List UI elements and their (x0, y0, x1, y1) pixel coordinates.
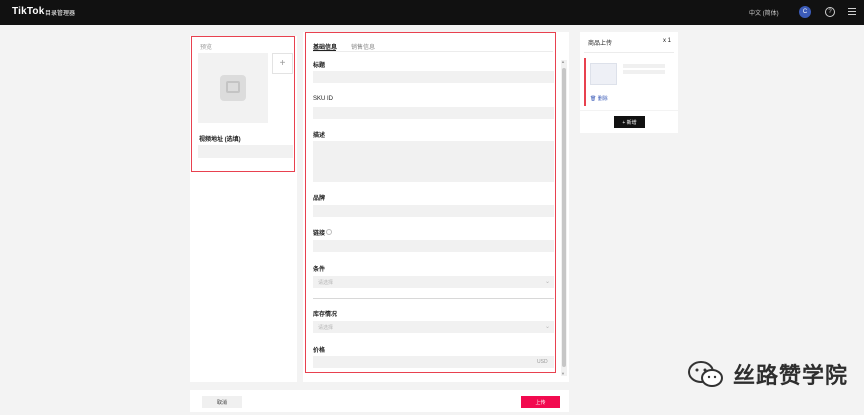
title-label: 标题 (313, 63, 326, 69)
delete-label: 删除 (597, 96, 608, 102)
tiktok-logo[interactable]: TikTok (12, 6, 45, 17)
upload-count: x 1 (663, 38, 672, 44)
tab-sales-info[interactable]: 销售信息 (351, 42, 375, 51)
tabs-divider (313, 51, 553, 52)
condition-placeholder: 请选择 (318, 280, 334, 286)
delete-button[interactable]: 🗑 删除 (590, 95, 608, 102)
language-selector[interactable]: 中文 (简体) (749, 8, 779, 17)
add-product-button[interactable]: + 新增 (614, 116, 645, 128)
link-input[interactable] (313, 240, 554, 252)
sku-label: SKU ID (313, 96, 334, 102)
info-icon[interactable] (326, 229, 332, 235)
scroll-up-icon[interactable]: ▲ (561, 59, 565, 64)
video-url-input[interactable] (198, 145, 293, 158)
preview-title: 预览 (200, 45, 213, 51)
upload-divider (584, 52, 674, 53)
chevron-down-icon: ⌄ (544, 279, 550, 285)
brand-label: 品牌 (313, 196, 326, 202)
stock-label: 库存情况 (313, 312, 338, 318)
top-bar: TikTok 目录管理器 中文 (简体) C ? (0, 0, 864, 25)
link-label: 链接 (313, 231, 326, 237)
menu-icon[interactable] (848, 8, 856, 15)
section-divider (313, 298, 554, 299)
brand-input[interactable] (313, 205, 554, 217)
watermark-text: 丝路赞学院 (733, 364, 849, 389)
wechat-logo-icon (688, 361, 723, 387)
app-name: 目录管理器 (45, 11, 76, 17)
description-textarea[interactable] (313, 141, 554, 182)
image-icon (220, 75, 246, 101)
condition-select[interactable]: 请选择 ⌄ (313, 276, 554, 288)
description-label: 描述 (313, 133, 326, 139)
scroll-down-icon[interactable]: ▼ (561, 371, 565, 376)
price-label: 价格 (313, 348, 326, 354)
chevron-down-icon: ⌄ (544, 324, 550, 330)
product-card-line (623, 64, 665, 68)
add-image-button[interactable]: + (272, 53, 293, 74)
help-icon[interactable]: ? (825, 7, 835, 17)
cancel-button[interactable]: 取消 (202, 396, 242, 408)
video-url-label: 视频地址 (选填) (199, 137, 241, 143)
upload-button[interactable]: 上传 (521, 396, 560, 408)
price-input[interactable] (313, 356, 554, 368)
footer-bar (190, 390, 569, 412)
sku-input[interactable] (313, 107, 554, 119)
avatar[interactable]: C (799, 6, 811, 18)
title-input[interactable] (313, 71, 554, 83)
condition-label: 条件 (313, 267, 326, 273)
price-unit: USD (537, 359, 548, 365)
stock-placeholder: 请选择 (318, 325, 334, 331)
stock-select[interactable]: 请选择 ⌄ (313, 321, 554, 333)
product-thumbnail (590, 63, 617, 85)
upload-title: 商品上传 (588, 41, 613, 47)
form-scrollbar-thumb[interactable] (562, 68, 566, 367)
product-card-line (623, 70, 665, 74)
